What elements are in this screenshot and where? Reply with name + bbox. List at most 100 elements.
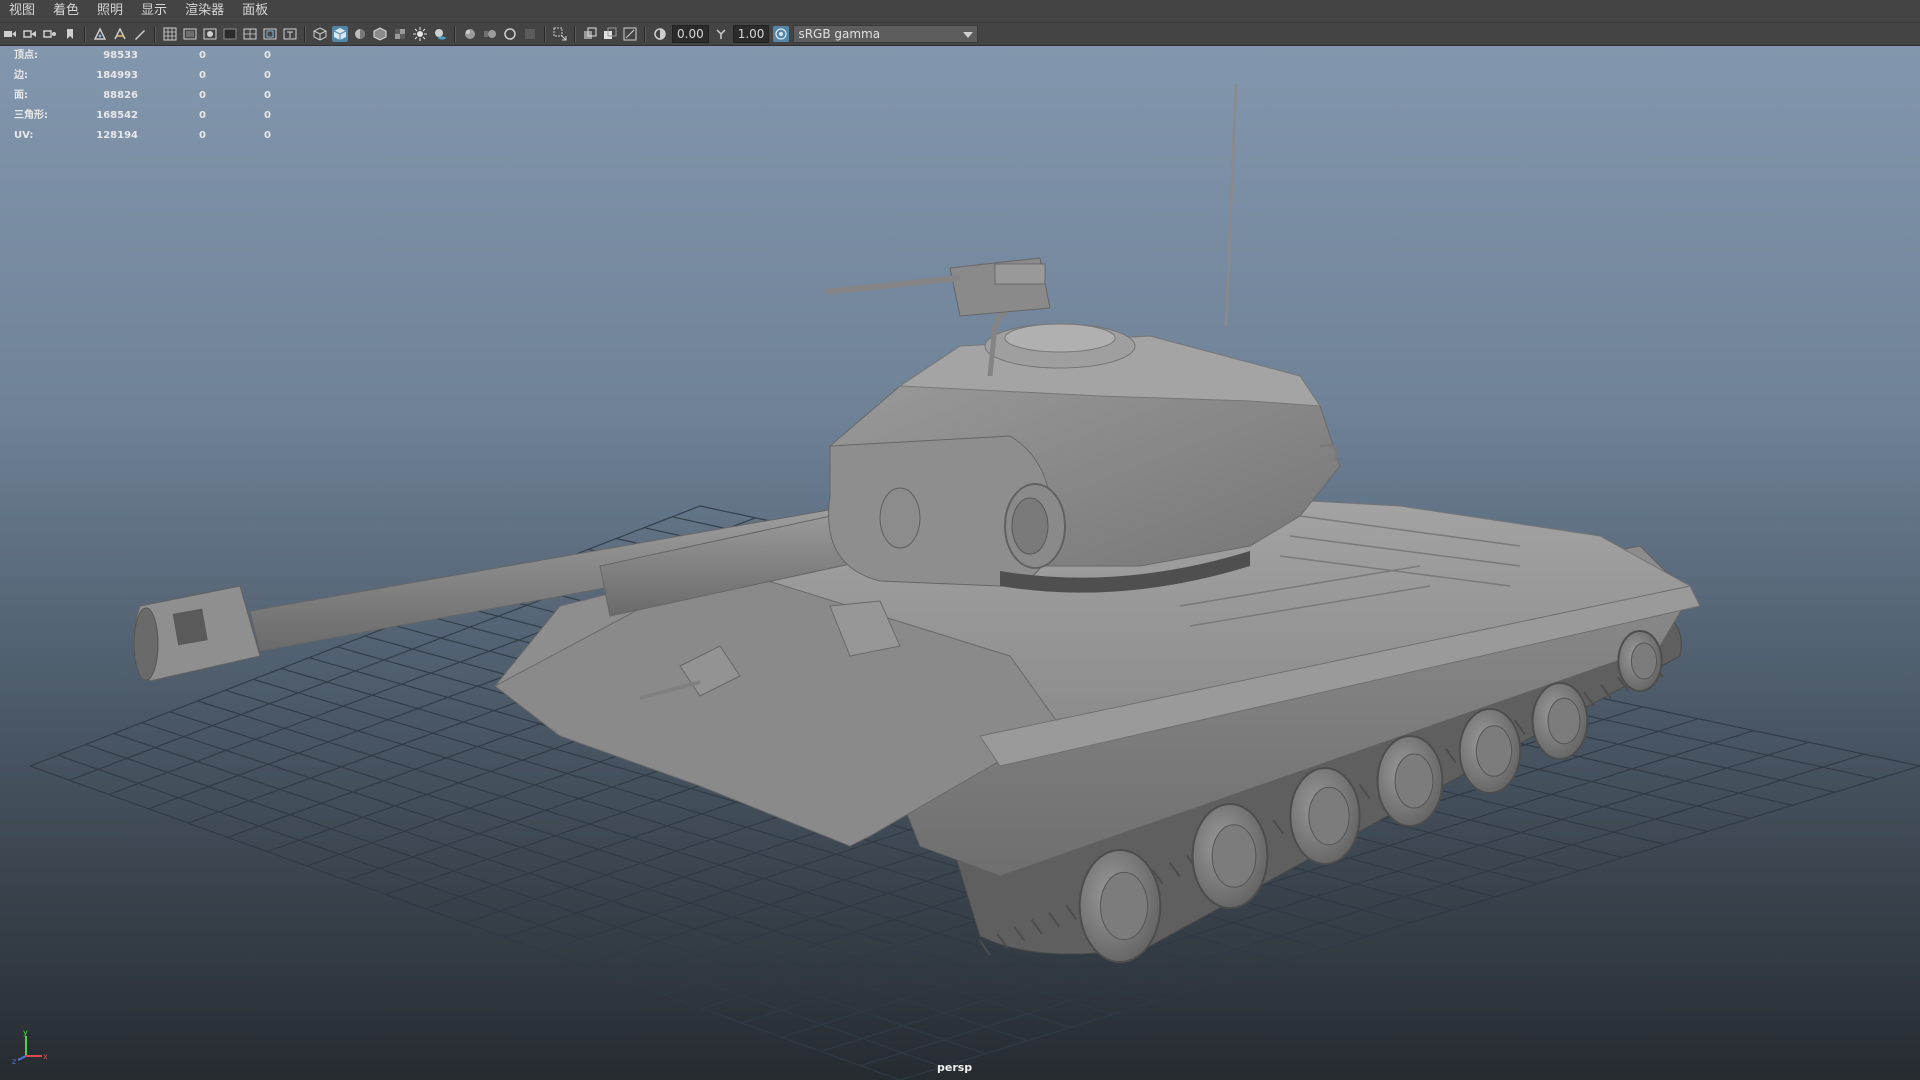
axis-z-label: z xyxy=(12,1057,16,1066)
road-wheel-hub xyxy=(1211,824,1257,888)
wireframe-icon[interactable] xyxy=(312,26,328,42)
hud-row-edges: 边: 184993 0 0 xyxy=(14,66,271,86)
2d-pan-zoom-icon[interactable] xyxy=(92,26,108,42)
color-space-value: sRGB gamma xyxy=(798,27,881,41)
hud-value: 98533 xyxy=(103,50,138,61)
color-management-icon[interactable] xyxy=(773,26,790,42)
hud-label: UV: xyxy=(14,130,34,141)
bookmark-icon[interactable] xyxy=(42,26,58,42)
xray-joints-icon[interactable] xyxy=(622,26,638,42)
hud-value: 88826 xyxy=(103,90,138,101)
hud-label: 面: xyxy=(14,90,28,101)
hud-label: 顶点: xyxy=(14,50,38,61)
use-all-lights-icon[interactable] xyxy=(412,26,428,42)
tank-model xyxy=(133,83,1701,963)
gamma-icon[interactable] xyxy=(713,26,729,42)
xray-icon[interactable] xyxy=(582,26,598,42)
hud-value: 184993 xyxy=(96,70,138,81)
multisample-aa-icon[interactable] xyxy=(502,26,518,42)
menu-shading[interactable]: 着色 xyxy=(44,0,88,22)
hud-value: 0 xyxy=(264,130,271,141)
exposure-icon[interactable] xyxy=(652,26,668,42)
hud-value: 0 xyxy=(264,70,271,81)
roof-mg-box xyxy=(994,263,1046,285)
toolbar-separator xyxy=(644,26,646,42)
axis-y-label: y xyxy=(23,1028,28,1037)
depth-of-field-icon[interactable] xyxy=(522,26,538,42)
camera-select-icon[interactable] xyxy=(2,26,18,42)
cupola-top xyxy=(1004,323,1116,353)
road-wheel-hub xyxy=(1475,725,1513,777)
heads-up-display-poly-count: 顶点: 98533 0 0 边: 184993 0 0 面: 88826 0 0… xyxy=(14,46,271,146)
panel-menu-bar: 视图 着色 照明 显示 渲染器 面板 xyxy=(0,0,1920,23)
road-wheel-hub xyxy=(1308,786,1350,846)
isolate-select-icon[interactable] xyxy=(552,26,568,42)
gun-collar xyxy=(879,487,921,549)
muzzle-opening xyxy=(133,607,159,681)
smooth-shade-icon[interactable] xyxy=(332,26,348,42)
toolbar-separator xyxy=(544,26,546,42)
antenna xyxy=(1224,83,1238,327)
grid-icon[interactable] xyxy=(162,26,178,42)
hud-value: 168542 xyxy=(96,110,138,121)
hud-row-vertices: 顶点: 98533 0 0 xyxy=(14,46,271,66)
hud-value: 0 xyxy=(199,50,206,61)
image-plane-icon[interactable] xyxy=(62,26,78,42)
hud-value: 128194 xyxy=(96,130,138,141)
grease-pencil-icon[interactable] xyxy=(112,26,128,42)
menu-renderer[interactable]: 渲染器 xyxy=(176,0,233,22)
safe-action-icon[interactable] xyxy=(262,26,278,42)
hud-label: 边: xyxy=(14,70,28,81)
hud-value: 0 xyxy=(199,90,206,101)
toolbar-separator xyxy=(304,26,306,42)
menu-panels[interactable]: 面板 xyxy=(233,0,277,22)
menu-lighting[interactable]: 照明 xyxy=(88,0,132,22)
motion-blur-icon[interactable] xyxy=(482,26,498,42)
field-chart-icon[interactable] xyxy=(242,26,258,42)
camera-name-label: persp xyxy=(937,1061,973,1074)
gamma-field[interactable]: 1.00 xyxy=(732,25,770,43)
hud-row-uvs: UV: 128194 0 0 xyxy=(14,126,271,146)
mantlet-bore xyxy=(1011,497,1049,555)
screen-space-ao-icon[interactable] xyxy=(462,26,478,42)
scene-canvas xyxy=(29,83,1920,1080)
camera-attributes-icon[interactable] xyxy=(22,26,38,42)
default-material-icon[interactable] xyxy=(352,26,368,42)
maya-viewport-window: 视图 着色 照明 显示 渲染器 面板 0.00 1.00 sRGB gamma … xyxy=(0,0,1920,1080)
menu-show[interactable]: 显示 xyxy=(132,0,176,22)
view-axis-gizmo-icon: y x z xyxy=(12,1028,48,1066)
hud-value: 0 xyxy=(264,50,271,61)
hud-value: 0 xyxy=(199,70,206,81)
film-gate-icon[interactable] xyxy=(182,26,198,42)
3d-viewport[interactable]: 顶点: 98533 0 0 边: 184993 0 0 面: 88826 0 0… xyxy=(0,46,1920,1080)
road-wheel-hub xyxy=(1099,871,1149,941)
road-wheel-hub xyxy=(1547,697,1581,745)
color-space-dropdown[interactable]: sRGB gamma xyxy=(793,25,979,43)
exposure-field[interactable]: 0.00 xyxy=(672,25,709,43)
hud-row-triangles: 三角形: 168542 0 0 xyxy=(14,106,271,126)
toolbar-separator xyxy=(454,26,456,42)
toolbar-separator xyxy=(154,26,156,42)
axis-x-label: x xyxy=(43,1052,48,1061)
hud-value: 0 xyxy=(264,90,271,101)
panel-toolbar: 0.00 1.00 sRGB gamma xyxy=(0,23,1920,46)
hud-value: 0 xyxy=(199,110,206,121)
toolbar-separator xyxy=(574,26,576,42)
menu-view[interactable]: 视图 xyxy=(0,0,44,22)
roof-mg-barrel xyxy=(824,275,961,295)
hud-value: 0 xyxy=(264,110,271,121)
shadows-icon[interactable] xyxy=(432,26,448,42)
gate-mask-icon[interactable] xyxy=(222,26,238,42)
hud-label: 三角形: xyxy=(14,110,48,121)
track-link xyxy=(979,940,991,956)
wireframe-on-shaded-icon[interactable] xyxy=(372,26,388,42)
textured-icon[interactable] xyxy=(392,26,408,42)
toolbar-separator xyxy=(84,26,86,42)
xray-active-components-icon[interactable] xyxy=(602,26,618,42)
safe-title-icon[interactable] xyxy=(282,26,298,42)
pencil-icon[interactable] xyxy=(132,26,148,42)
chevron-down-icon xyxy=(963,26,974,42)
resolution-gate-icon[interactable] xyxy=(202,26,218,42)
road-wheel-hub xyxy=(1630,642,1658,680)
hud-value: 0 xyxy=(199,130,206,141)
